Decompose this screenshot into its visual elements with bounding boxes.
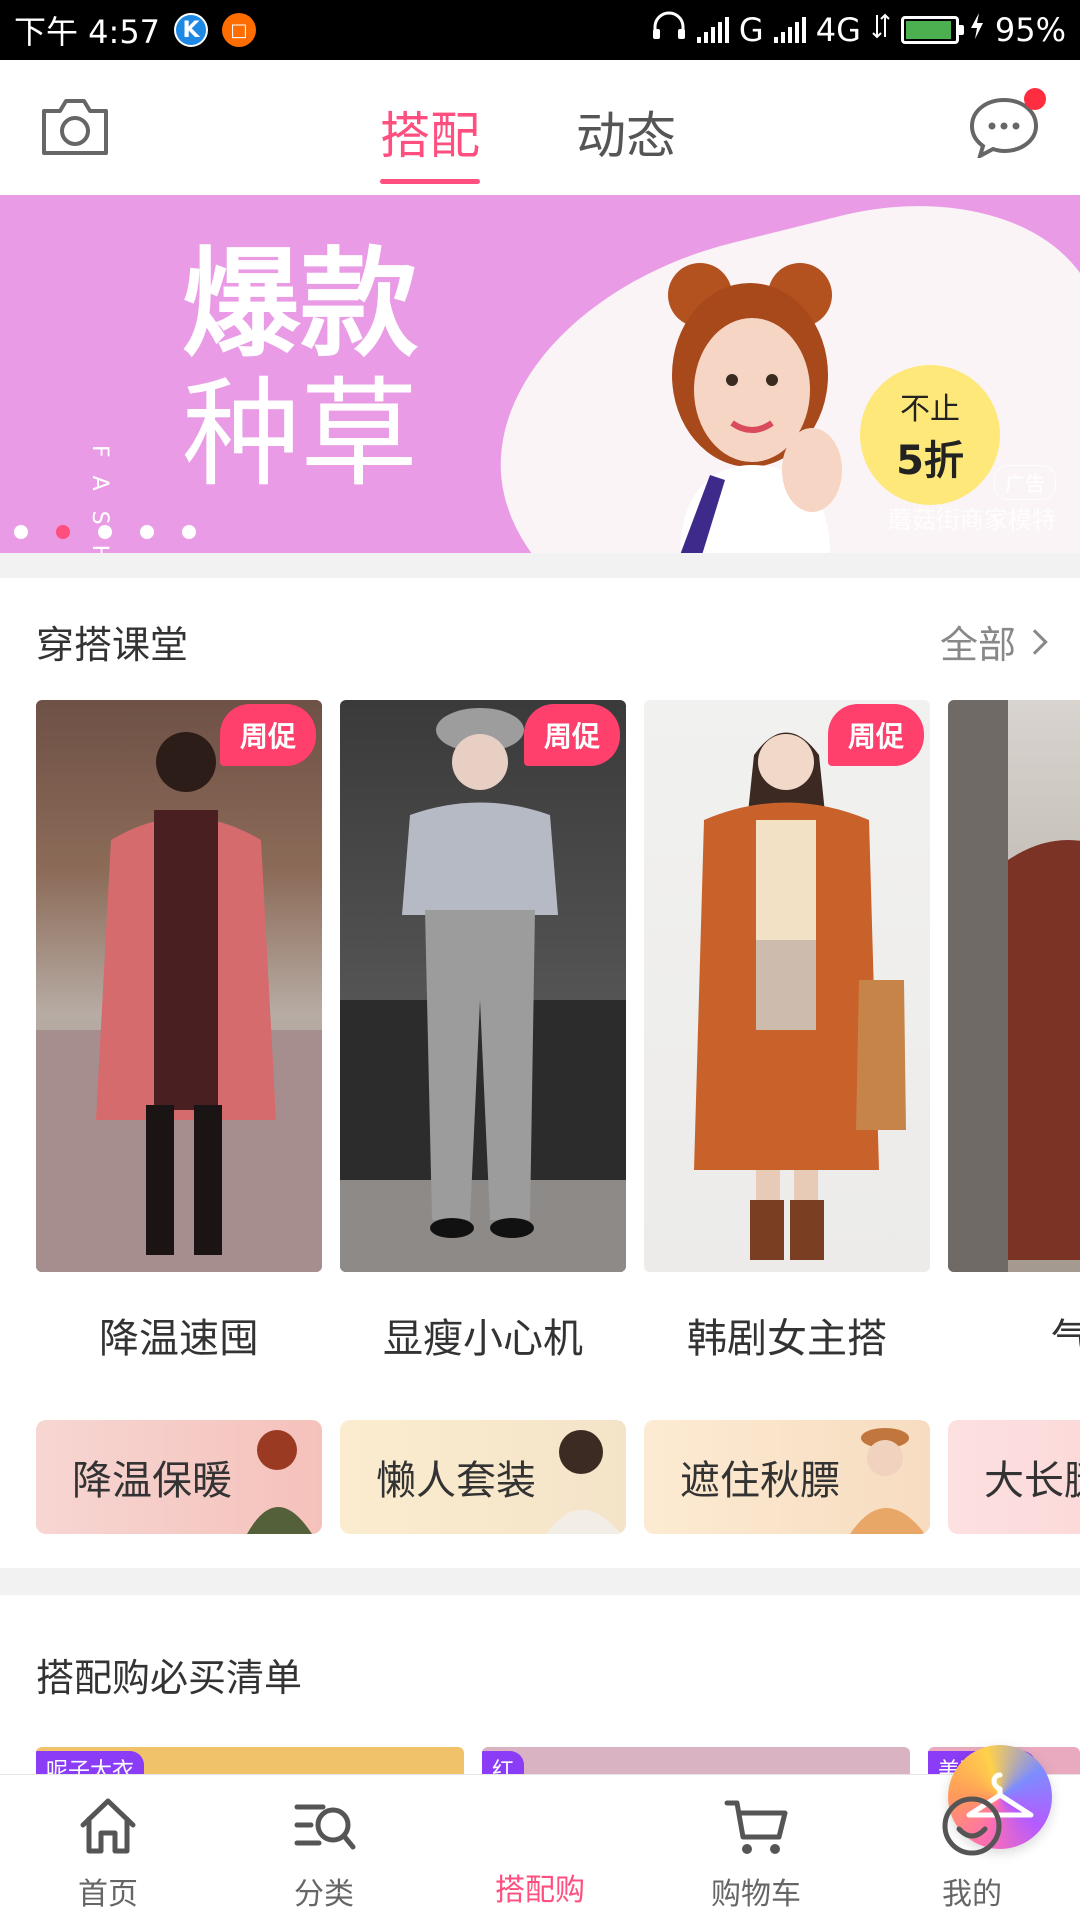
see-all-link[interactable]: 全部 xyxy=(939,614,1048,669)
outfit-card-image xyxy=(948,700,1080,1272)
nav-label: 我的 xyxy=(942,1877,1002,1912)
network-type-2: 4G xyxy=(815,11,861,49)
style-chip-label: 遮住秋膘 xyxy=(680,1458,840,1504)
cart-icon xyxy=(724,1800,788,1854)
carousel-dot[interactable] xyxy=(14,525,28,539)
style-chip-label: 懒人套装 xyxy=(376,1458,536,1504)
banner-headline-1: 爆款 xyxy=(182,235,419,373)
tab-feed[interactable]: 动态 xyxy=(576,96,676,182)
see-all-label: 全部 xyxy=(939,623,1016,667)
sale-badge: 不止 5折 xyxy=(860,365,1000,505)
section-title: 穿搭课堂 xyxy=(36,623,189,667)
notification-dot xyxy=(1024,88,1046,110)
chevron-right-icon xyxy=(1022,628,1048,655)
outfit-card-image: 周促 xyxy=(340,700,626,1272)
status-bar: 下午 4:57 K □ G 4G 95% xyxy=(0,0,1080,60)
status-left: 下午 4:57 K □ xyxy=(14,7,257,53)
style-chip[interactable]: 大长腿 xyxy=(948,1420,1080,1534)
nav-outfit-shop[interactable]: 搭配购 xyxy=(460,1745,1052,1909)
data-activity-icon xyxy=(871,11,891,49)
message-button[interactable] xyxy=(968,88,1046,161)
outfit-card-list: 周促 降温速囤 周促 显瘦小心机 周促 韩剧女主搭 气 xyxy=(36,700,1080,1364)
nav-category[interactable]: 分类 xyxy=(244,1775,404,1913)
banner-credit: 蘑菇街商家模特 xyxy=(888,506,1056,534)
carousel-dot[interactable] xyxy=(98,525,112,539)
chip-image xyxy=(247,1430,312,1534)
carousel-dot[interactable] xyxy=(140,525,154,539)
style-chip-label: 大长腿 xyxy=(984,1458,1080,1504)
style-chip-label: 降温保暖 xyxy=(72,1458,232,1504)
chip-image xyxy=(850,1428,925,1534)
outfit-card-label: 显瘦小心机 xyxy=(383,1316,583,1362)
camera-icon[interactable] xyxy=(40,95,110,157)
outfit-card-image: 周促 xyxy=(36,700,322,1272)
app-notification-icon: □ xyxy=(222,13,257,47)
app-root: 下午 4:57 K □ G 4G 95% 搭配 动态 爆款 种草 不止 5折 广… xyxy=(0,0,1080,1920)
bottom-nav: 首页 分类 搭配购 购物车 我的 xyxy=(0,1745,1080,1920)
home-icon xyxy=(80,1798,136,1854)
outfit-card[interactable]: 周促 显瘦小心机 xyxy=(340,700,626,1364)
nav-cart[interactable]: 购物车 xyxy=(676,1775,836,1913)
header-tabs: 搭配 动态 xyxy=(380,96,676,184)
headphones-icon xyxy=(651,11,687,49)
style-chip[interactable]: 降温保暖 xyxy=(36,1420,322,1534)
sale-line-1: 不止 xyxy=(900,392,960,427)
promo-tag: 周促 xyxy=(524,704,620,766)
outfit-card[interactable]: 气质 xyxy=(948,700,1080,1364)
outfit-card-label: 降温速囤 xyxy=(99,1316,259,1362)
battery-icon xyxy=(900,16,964,44)
section-title: 搭配购必买清单 xyxy=(36,1656,303,1700)
ad-label: 广告 xyxy=(994,465,1056,500)
promo-tag: 周促 xyxy=(220,704,316,766)
nav-label: 购物车 xyxy=(711,1877,801,1912)
outfit-card-label: 气质 xyxy=(1051,1316,1080,1362)
outfit-class-section: 穿搭课堂 全部 周促 降温速囤 周促 显瘦小心机 周促 韩剧女主搭 气 降温保暖… xyxy=(0,578,1080,1568)
style-chip[interactable]: 懒人套装 xyxy=(340,1420,626,1534)
top-header: 搭配 动态 xyxy=(0,60,1080,195)
outfit-card-image: 周促 xyxy=(644,700,930,1272)
promo-tag: 周促 xyxy=(828,704,924,766)
style-chip-list: 降温保暖 懒人套装 遮住秋膘 大长腿 xyxy=(36,1420,1080,1534)
sale-line-2: 5折 xyxy=(896,438,964,484)
profile-icon xyxy=(942,1796,1002,1856)
carousel-dot[interactable] xyxy=(56,525,70,539)
banner-model-image xyxy=(640,255,860,553)
charging-icon xyxy=(969,11,985,49)
app-k-icon: K xyxy=(174,13,209,47)
outfit-card[interactable]: 周促 韩剧女主搭 xyxy=(644,700,930,1364)
signal-1-icon xyxy=(696,17,729,43)
promo-banner[interactable]: FASHION 爆款 种草 不止 5折 广告 蘑菇街商家模特 xyxy=(0,195,1080,553)
nav-label: 搭配购 xyxy=(495,1873,585,1908)
signal-2-icon xyxy=(773,17,806,43)
carousel-dots xyxy=(14,525,196,539)
outfit-card-label: 韩剧女主搭 xyxy=(687,1316,887,1362)
network-type-1: G xyxy=(738,11,764,49)
nav-profile[interactable]: 我的 xyxy=(892,1775,1052,1913)
nav-home[interactable]: 首页 xyxy=(28,1775,188,1913)
tab-outfit[interactable]: 搭配 xyxy=(380,96,480,184)
battery-percent: 95% xyxy=(994,11,1066,49)
nav-label: 首页 xyxy=(78,1877,138,1912)
nav-label: 分类 xyxy=(294,1877,354,1912)
status-time: 下午 4:57 xyxy=(14,13,161,51)
category-search-icon xyxy=(294,1804,356,1850)
banner-headline-2: 种草 xyxy=(182,365,419,503)
chip-image xyxy=(546,1430,621,1534)
style-chip[interactable]: 遮住秋膘 xyxy=(644,1420,930,1534)
carousel-dot[interactable] xyxy=(182,525,196,539)
status-right: G 4G 95% xyxy=(651,11,1066,49)
outfit-card[interactable]: 周促 降温速囤 xyxy=(36,700,322,1364)
